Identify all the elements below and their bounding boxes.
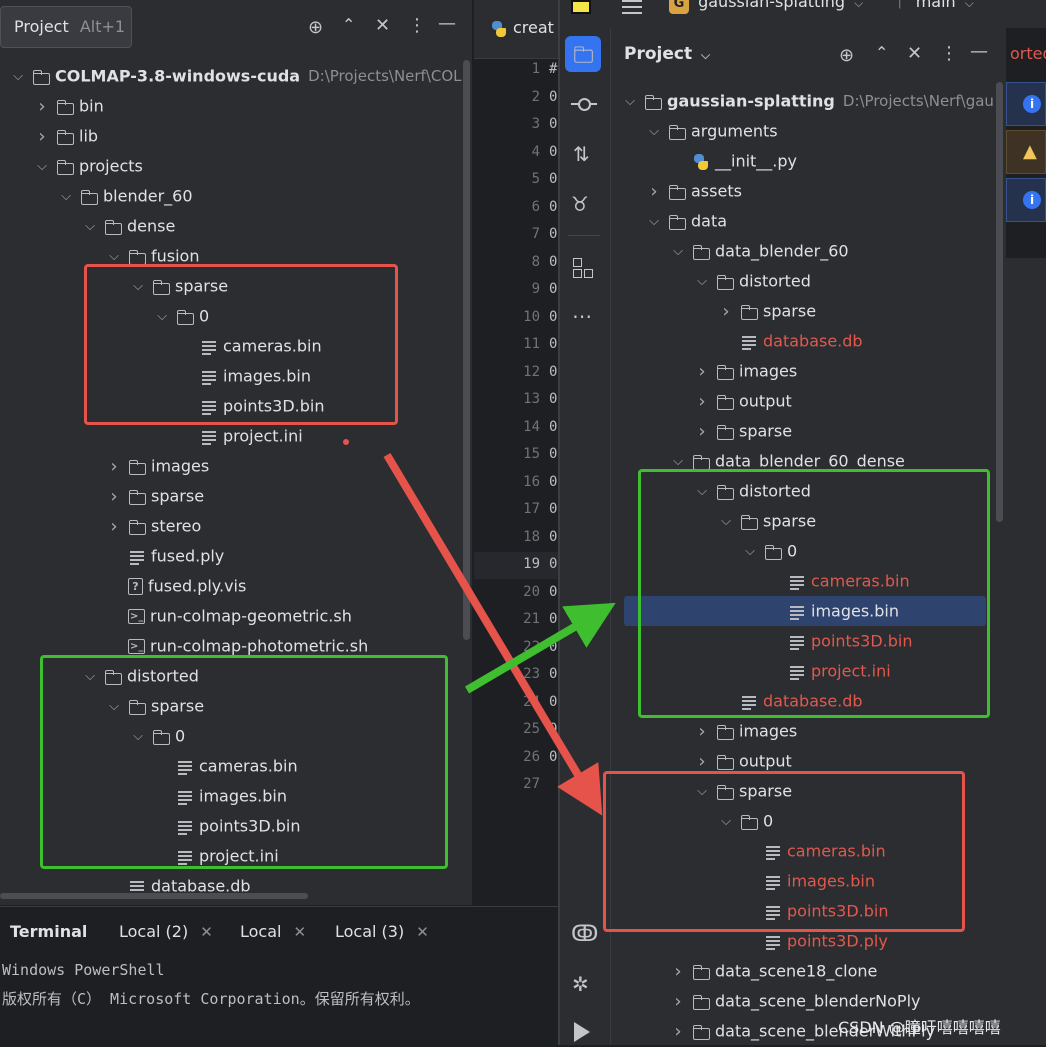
red-arrow bbox=[383, 452, 603, 816]
annotation-arrows bbox=[383, 452, 616, 816]
watermark: CSDN @瞳吁嘻嘻嘻嘻 bbox=[838, 1018, 1001, 1037]
